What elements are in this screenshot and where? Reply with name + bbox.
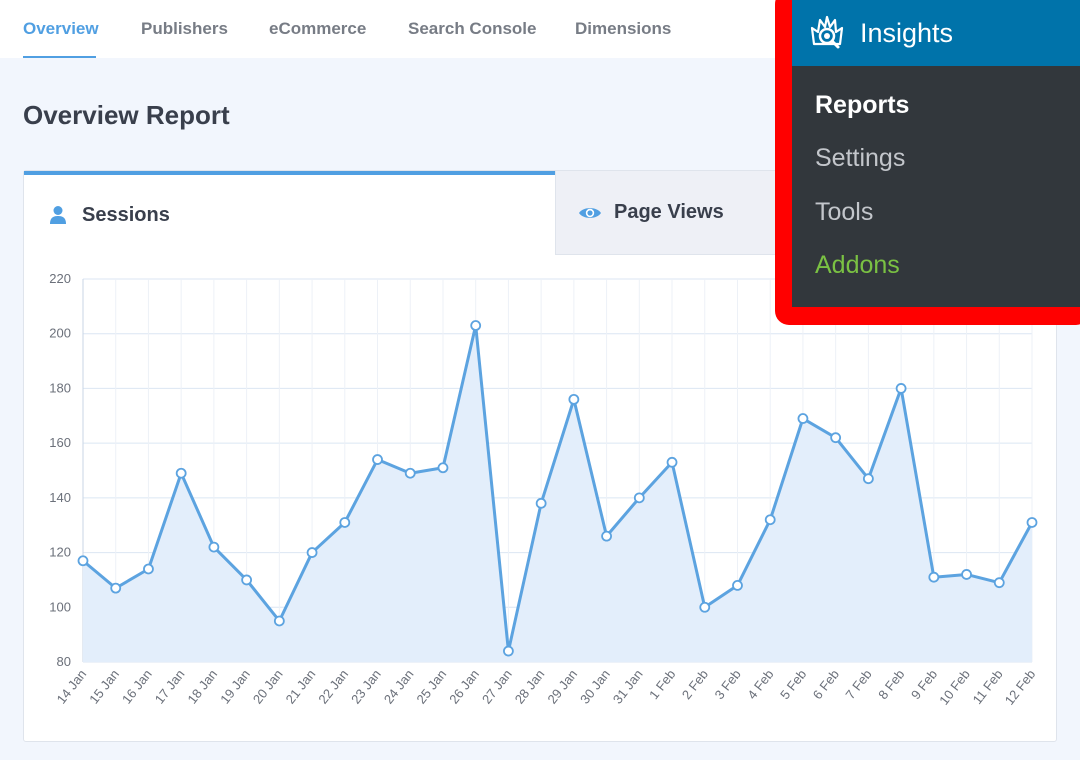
x-tick-label: 21 Jan [283,667,319,707]
data-point[interactable] [273,615,285,627]
x-tick-label: 30 Jan [577,667,613,707]
y-tick-label: 220 [49,271,71,286]
insights-menu-title: Insights [860,17,954,48]
data-point[interactable] [732,579,743,591]
x-tick-label: 31 Jan [610,667,646,707]
x-tick-label: 27 Jan [479,667,515,707]
tab-search-console[interactable]: Search Console [408,0,537,58]
data-point[interactable] [77,555,89,567]
x-tick-label: 16 Jan [119,667,155,707]
tab-overview[interactable]: Overview [23,0,99,58]
data-point[interactable] [666,456,678,468]
x-tick-label: 14 Jan [54,667,90,707]
x-tick-label: 7 Feb [842,667,874,702]
data-point[interactable] [339,517,351,528]
x-tick-label: 3 Feb [712,667,744,702]
x-tick-label: 6 Feb [810,667,842,702]
x-tick-label: 20 Jan [250,667,286,707]
data-point[interactable] [895,383,907,394]
y-tick-label: 100 [49,599,71,614]
data-point[interactable] [208,541,220,553]
x-tick-label: 8 Feb [875,667,907,702]
data-point[interactable] [862,473,874,485]
data-point[interactable] [699,601,711,613]
x-tick-label: 4 Feb [744,667,776,702]
data-point[interactable] [470,320,482,331]
x-tick-label: 23 Jan [348,667,384,707]
x-tick-label: 19 Jan [217,667,253,707]
data-point[interactable] [241,574,253,586]
y-axis: 220 200 180 160 140 120 100 80 [49,271,84,669]
data-point[interactable] [503,645,514,657]
x-tick-label: 11 Feb [969,667,1005,707]
data-point[interactable] [110,582,122,594]
data-point[interactable] [372,454,383,465]
data-point[interactable] [1026,517,1038,528]
menu-item-tools[interactable]: Tools [815,198,873,227]
tab-publishers[interactable]: Publishers [141,0,228,58]
x-tick-label: 18 Jan [184,667,220,707]
x-tick-label: 15 Jan [86,667,122,707]
x-tick-label: 24 Jan [381,667,417,707]
data-point[interactable] [830,432,842,444]
page-title: Overview Report [23,100,230,130]
tab-dimensions[interactable]: Dimensions [575,0,671,58]
menu-item-addons[interactable]: Addons [815,251,900,280]
y-tick-label: 140 [49,490,71,505]
insights-logo-icon [810,15,844,49]
data-point[interactable] [633,492,645,504]
data-point[interactable] [143,563,154,575]
tab-ecommerce[interactable]: eCommerce [269,0,366,58]
y-tick-label: 120 [49,545,71,560]
x-tick-label: 26 Jan [446,667,482,707]
y-tick-label: 80 [57,654,71,669]
x-tick-label: 22 Jan [315,667,351,707]
x-tick-label: 28 Jan [512,667,548,707]
data-point[interactable] [797,413,809,424]
y-tick-label: 160 [49,435,71,450]
x-tick-label: 29 Jan [544,667,580,707]
sessions-area [83,325,1032,662]
menu-item-settings[interactable]: Settings [815,144,905,173]
data-point[interactable] [306,547,318,558]
y-tick-label: 200 [49,326,71,341]
insights-menu: Insights Reports Settings Tools Addons [792,0,1080,307]
data-point[interactable] [993,577,1005,589]
x-tick-label: 25 Jan [413,667,449,707]
data-point[interactable] [961,569,972,580]
data-point[interactable] [437,462,449,474]
x-tick-label: 10 Feb [936,667,973,708]
x-tick-label: 1 Feb [646,667,678,702]
x-tick-label: 17 Jan [152,667,188,707]
data-point[interactable] [535,497,547,509]
data-point[interactable] [175,467,187,479]
x-tick-label: 12 Feb [1002,667,1039,708]
data-point[interactable] [601,530,612,542]
x-axis: 14 Jan15 Jan16 Jan17 Jan18 Jan19 Jan20 J… [54,667,1039,708]
data-point[interactable] [568,393,580,405]
x-tick-label: 2 Feb [679,667,711,702]
x-tick-label: 5 Feb [777,667,809,702]
data-point[interactable] [764,514,776,526]
data-point[interactable] [404,467,416,479]
data-point[interactable] [928,571,940,583]
menu-item-reports[interactable]: Reports [815,91,909,120]
y-tick-label: 180 [49,380,71,395]
x-tick-label: 9 Feb [908,667,940,702]
insights-menu-header[interactable]: Insights [792,0,1080,66]
